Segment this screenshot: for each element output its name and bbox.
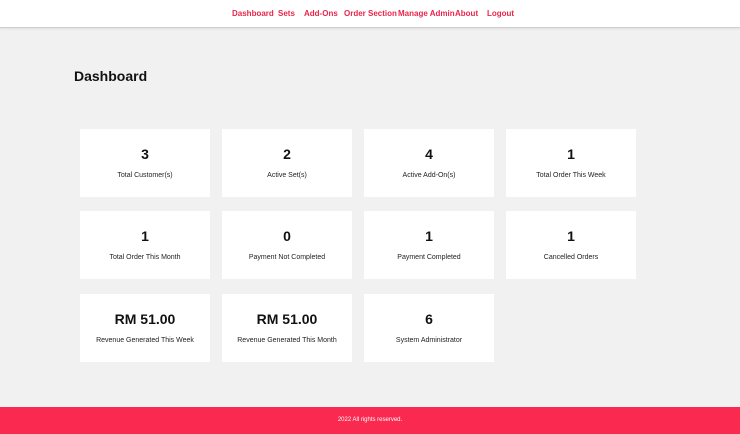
nav-link-dashboard[interactable]: Dashboard xyxy=(232,9,274,18)
top-navigation: Dashboard Sets Add-Ons Order Section Man… xyxy=(0,0,740,28)
stat-value: 1 xyxy=(567,228,575,244)
stat-label: Payment Not Completed xyxy=(248,254,326,261)
stat-card-active-sets: 2 Active Set(s) xyxy=(222,129,352,197)
nav-link-about[interactable]: About xyxy=(455,9,478,18)
stat-value: 4 xyxy=(425,146,433,162)
stat-value: 6 xyxy=(425,311,433,327)
stat-label: Revenue Generated This Week xyxy=(96,337,194,344)
stat-label: Payment Completed xyxy=(397,254,461,261)
stat-value: 0 xyxy=(283,228,291,244)
stat-value: 2 xyxy=(283,146,291,162)
stat-label: System Administrator xyxy=(395,337,463,344)
nav-link-sets[interactable]: Sets xyxy=(278,9,295,18)
stat-card-revenue-week: RM 51.00 Revenue Generated This Week xyxy=(80,294,210,362)
nav-link-order-section[interactable]: Order Section xyxy=(344,9,397,18)
stat-value: 1 xyxy=(425,228,433,244)
stat-card-system-administrator: 6 System Administrator xyxy=(364,294,494,362)
stat-label: Active Set(s) xyxy=(267,172,307,179)
stat-value: 1 xyxy=(567,146,575,162)
stat-card-revenue-month: RM 51.00 Revenue Generated This Month xyxy=(222,294,352,362)
stat-label: Cancelled Orders xyxy=(543,254,599,261)
stat-card-total-order-week: 1 Total Order This Week xyxy=(506,129,636,197)
page-footer: 2022 All rights reserved. xyxy=(0,407,740,434)
stat-value: 3 xyxy=(141,146,149,162)
footer-copyright: 2022 All rights reserved. xyxy=(337,417,403,423)
stat-card-cancelled-orders: 1 Cancelled Orders xyxy=(506,211,636,279)
stat-card-total-customers: 3 Total Customer(s) xyxy=(80,129,210,197)
stat-label: Total Order This Week xyxy=(536,172,606,179)
stat-card-payment-completed: 1 Payment Completed xyxy=(364,211,494,279)
stat-card-total-order-month: 1 Total Order This Month xyxy=(80,211,210,279)
stat-label: Revenue Generated This Month xyxy=(237,337,337,344)
stat-value: RM 51.00 xyxy=(256,311,318,327)
stat-label: Total Customer(s) xyxy=(117,172,173,179)
stat-card-active-add-ons: 4 Active Add-On(s) xyxy=(364,129,494,197)
page-title: Dashboard xyxy=(74,68,148,84)
stat-card-payment-not-completed: 0 Payment Not Completed xyxy=(222,211,352,279)
nav-link-logout[interactable]: Logout xyxy=(487,9,514,18)
nav-link-manage-admin[interactable]: Manage Admin xyxy=(398,9,455,18)
stat-label: Total Order This Month xyxy=(109,254,181,261)
stat-value: RM 51.00 xyxy=(114,311,176,327)
stat-value: 1 xyxy=(141,228,149,244)
nav-link-add-ons[interactable]: Add-Ons xyxy=(304,9,338,18)
stat-label: Active Add-On(s) xyxy=(402,172,456,179)
